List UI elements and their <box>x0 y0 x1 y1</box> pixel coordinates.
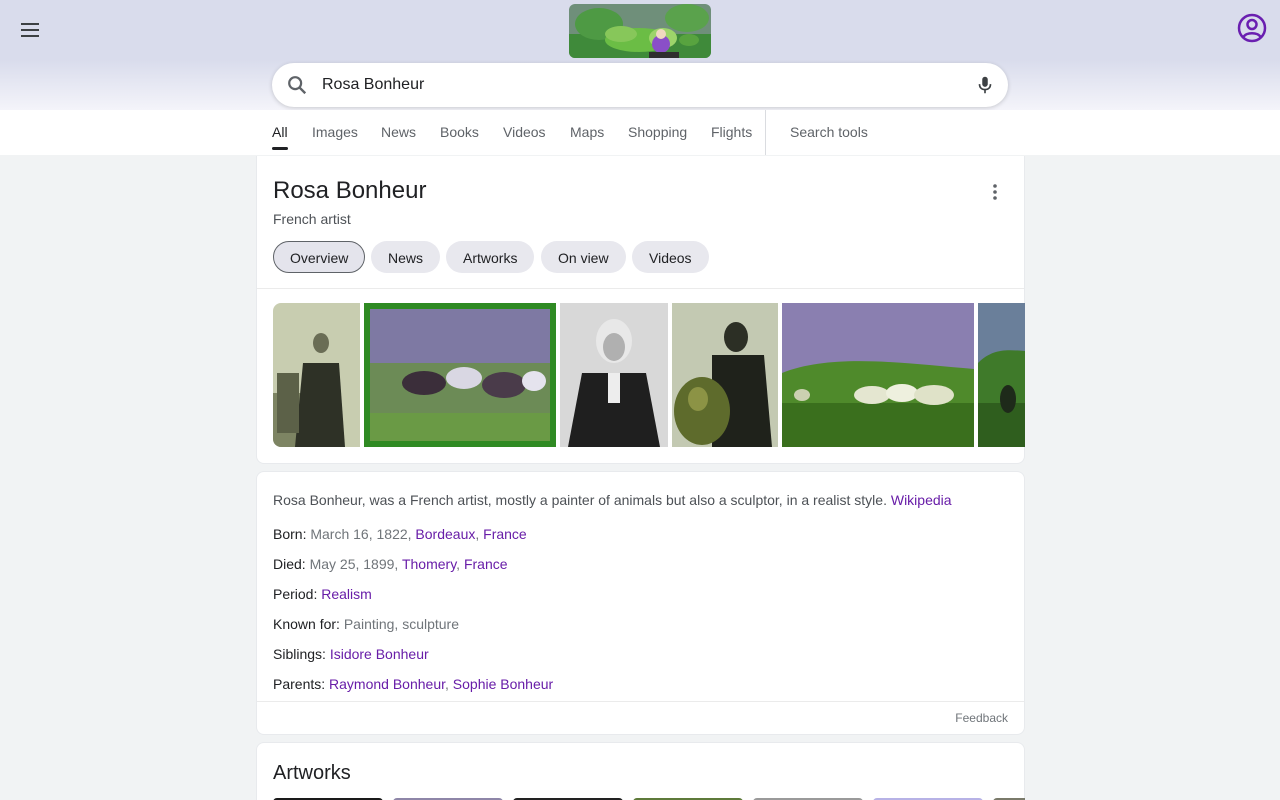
knowledge-panel-header: Rosa Bonheur French artist Overview News… <box>256 156 1025 464</box>
tab-shopping[interactable]: Shopping <box>628 124 687 140</box>
search-icon <box>288 76 307 95</box>
fact-parents: Parents: Raymond Bonheur, Sophie Bonheur <box>273 676 553 692</box>
france-link[interactable]: France <box>483 526 527 542</box>
image-thumbnail[interactable] <box>560 303 668 447</box>
image-carousel <box>273 303 1025 447</box>
search-tabs: All Images News Books Videos Maps Shoppi… <box>0 110 1280 155</box>
search-tools-button[interactable]: Search tools <box>790 124 868 140</box>
feedback-link[interactable]: Feedback <box>955 711 1008 725</box>
raymond-bonheur-link[interactable]: Raymond Bonheur <box>329 676 445 692</box>
fact-value: May 25, 1899, <box>309 556 399 572</box>
bordeaux-link[interactable]: Bordeaux <box>415 526 475 542</box>
tab-all[interactable]: All <box>272 124 288 150</box>
more-options-button[interactable] <box>983 180 1007 204</box>
top-bar <box>0 0 1280 110</box>
fact-label: Parents: <box>273 676 326 692</box>
entity-subtitle: French artist <box>273 211 351 227</box>
image-thumbnail[interactable] <box>782 303 974 447</box>
tab-maps[interactable]: Maps <box>570 124 604 140</box>
chip-artworks[interactable]: Artworks <box>446 241 535 273</box>
tab-images[interactable]: Images <box>312 124 358 140</box>
artworks-section: Artworks <box>256 742 1025 800</box>
horse-fair-painting-image <box>364 303 556 447</box>
chip-overview[interactable]: Overview <box>273 241 366 273</box>
account-button[interactable] <box>1236 12 1268 44</box>
wikipedia-link[interactable]: Wikipedia <box>891 492 952 508</box>
landscape-painting-image <box>978 303 1025 447</box>
tabs-divider <box>765 110 766 155</box>
fact-siblings: Siblings: Isidore Bonheur <box>273 646 429 662</box>
microphone-icon[interactable] <box>974 74 996 96</box>
image-thumbnail[interactable] <box>273 303 360 447</box>
thomery-link[interactable]: Thomery <box>402 556 456 572</box>
portrait-photo-image <box>273 303 360 447</box>
ploughing-oxen-painting-image <box>782 303 974 447</box>
more-vert-icon <box>993 184 997 200</box>
image-thumbnail[interactable] <box>978 303 1025 447</box>
tab-books[interactable]: Books <box>440 124 479 140</box>
isidore-bonheur-link[interactable]: Isidore Bonheur <box>330 646 429 662</box>
fact-separator: , <box>475 526 480 542</box>
image-thumbnail[interactable] <box>672 303 778 447</box>
feedback-divider <box>257 701 1024 702</box>
sophie-bonheur-link[interactable]: Sophie Bonheur <box>453 676 553 692</box>
realism-link[interactable]: Realism <box>321 586 372 602</box>
tab-videos[interactable]: Videos <box>503 124 546 140</box>
description-text: Rosa Bonheur, was a French artist, mostl… <box>273 492 887 508</box>
fact-known-for: Known for: Painting, sculpture <box>273 616 459 632</box>
fact-born: Born: March 16, 1822, Bordeaux, France <box>273 526 527 542</box>
chip-on-view[interactable]: On view <box>541 241 626 273</box>
knowledge-panel-facts: Rosa Bonheur, was a French artist, mostl… <box>256 471 1025 735</box>
header-divider <box>257 288 1024 289</box>
chip-videos[interactable]: Videos <box>632 241 709 273</box>
fact-label: Died: <box>273 556 306 572</box>
chip-news[interactable]: News <box>371 241 441 273</box>
fact-label: Known for: <box>273 616 340 632</box>
account-circle-icon <box>1237 13 1267 43</box>
woman-with-bull-image <box>672 303 778 447</box>
google-doodle[interactable] <box>569 4 711 58</box>
tab-flights[interactable]: Flights <box>711 124 752 140</box>
fact-label: Period: <box>273 586 318 602</box>
fact-separator: , <box>456 556 461 572</box>
fact-separator: , <box>445 676 449 692</box>
fact-label: Siblings: <box>273 646 326 662</box>
fact-value: Painting, sculpture <box>343 616 460 632</box>
search-input[interactable] <box>322 71 962 99</box>
france-link[interactable]: France <box>464 556 508 572</box>
fact-period: Period: Realism <box>273 586 372 602</box>
doodle-image <box>569 4 711 58</box>
tab-news[interactable]: News <box>381 124 416 140</box>
entity-title: Rosa Bonheur <box>273 177 427 204</box>
search-box[interactable] <box>272 63 1008 107</box>
fact-label: Born: <box>273 526 307 542</box>
elderly-portrait-image <box>560 303 668 447</box>
hamburger-menu-icon <box>21 23 39 37</box>
artworks-heading: Artworks <box>273 762 351 784</box>
main-menu-button[interactable] <box>14 14 46 46</box>
fact-value: March 16, 1822, <box>310 526 412 542</box>
fact-died: Died: May 25, 1899, Thomery, France <box>273 556 508 572</box>
entity-description: Rosa Bonheur, was a French artist, mostl… <box>273 490 1013 510</box>
image-thumbnail[interactable] <box>364 303 556 447</box>
